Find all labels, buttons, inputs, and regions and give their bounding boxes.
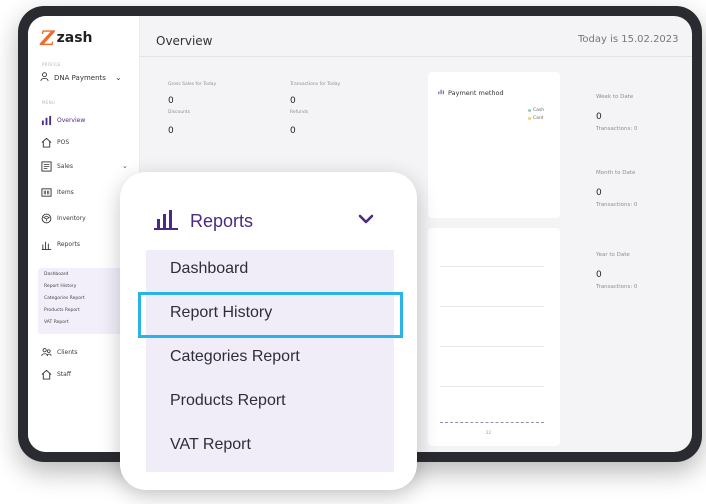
transactions-label: Transactions for Today — [290, 82, 341, 87]
payment-method-title: Payment method — [438, 88, 504, 97]
sidebar-item-reports[interactable]: Reports — [40, 238, 80, 250]
week-to-date-label: Week to Date — [596, 94, 634, 100]
legend-label: Card — [533, 116, 544, 121]
gross-sales-value: 0 — [168, 96, 174, 106]
sidebar-item-label: Staff — [57, 370, 71, 378]
chevron-down-icon[interactable] — [358, 210, 374, 229]
transactions-value: 0 — [290, 96, 296, 106]
stage: Z zash PROFILE DNA Payments ⌄ MENU Overv… — [0, 0, 706, 504]
legend-item-cash: Cash — [528, 108, 544, 113]
sales-chart-card — [428, 228, 560, 446]
chart-icon — [40, 114, 52, 126]
profile-section-label: PROFILE — [42, 62, 61, 67]
sidebar-item-label: Clients — [57, 348, 78, 356]
sidebar-item-label: Inventory — [57, 214, 86, 222]
reports-menu-list: Dashboard Report History Categories Repo… — [146, 250, 394, 472]
app-logo[interactable]: Z zash — [37, 26, 93, 50]
month-to-date-label: Month to Date — [596, 170, 636, 176]
sidebar-item-inventory[interactable]: Inventory — [40, 212, 86, 224]
refunds-value: 0 — [290, 126, 296, 136]
sidebar-item-label: Items — [57, 188, 74, 196]
users-icon — [40, 346, 52, 358]
barcode-icon — [40, 186, 52, 198]
sidebar-item-items[interactable]: Items — [40, 186, 74, 198]
legend-dot-icon — [528, 117, 531, 120]
user-icon — [40, 72, 49, 83]
legend-item-card: Card — [528, 116, 544, 121]
gross-sales-label: Gross Sales for Today — [168, 82, 217, 87]
menu-item-products-report[interactable]: Products Report — [170, 392, 286, 410]
discounts-value: 0 — [168, 126, 174, 136]
sidebar-item-sales[interactable]: Sales — [40, 160, 73, 172]
sidebar-item-staff[interactable]: Staff — [40, 368, 71, 380]
chart-gridline — [440, 266, 544, 267]
header-divider — [140, 56, 692, 57]
chart-gridline — [440, 386, 544, 387]
box-icon — [40, 212, 52, 224]
list-icon — [40, 160, 52, 172]
chart-gridline — [440, 306, 544, 307]
month-to-date-value: 0 — [596, 188, 602, 198]
home-icon — [40, 136, 52, 148]
sidebar-item-clients[interactable]: Clients — [40, 346, 78, 358]
chevron-down-icon: ⌄ — [114, 73, 122, 82]
sidebar-item-label: Overview — [57, 116, 86, 124]
year-to-date-value: 0 — [596, 270, 602, 280]
legend-dot-icon — [528, 109, 531, 112]
logo-text: zash — [56, 30, 93, 46]
sidebar-item-label: Reports — [57, 240, 81, 248]
menu-item-categories-report[interactable]: Categories Report — [170, 348, 300, 366]
refunds-label: Refunds — [290, 110, 309, 115]
account-selector[interactable]: DNA Payments ⌄ — [40, 72, 122, 83]
bar-chart-icon — [40, 238, 52, 250]
page-title: Overview — [156, 34, 213, 48]
chart-baseline — [440, 422, 544, 423]
legend-label: Cash — [533, 108, 545, 113]
chevron-down-icon[interactable]: ⌄ — [122, 162, 128, 170]
today-date: Today is 15.02.2023 — [578, 34, 679, 45]
chart-tick-label: 22 — [486, 430, 492, 435]
highlight-box — [138, 292, 403, 338]
bar-chart-icon — [154, 208, 178, 234]
payment-method-label: Payment method — [448, 88, 504, 97]
year-to-date-transactions: Transactions: 0 — [596, 284, 638, 290]
reports-menu-zoom: Reports Dashboard Report History Categor… — [120, 172, 417, 490]
sidebar-item-label: POS — [57, 138, 70, 146]
sidebar-item-pos[interactable]: POS — [40, 136, 69, 148]
menu-item-vat-report[interactable]: VAT Report — [170, 436, 251, 454]
bar-chart-icon — [438, 88, 445, 97]
reports-menu-label: Reports — [190, 210, 254, 231]
year-to-date-label: Year to Date — [596, 252, 630, 258]
week-to-date-transactions: Transactions: 0 — [596, 126, 638, 132]
chart-gridline — [440, 346, 544, 347]
discounts-label: Discounts — [168, 110, 191, 115]
month-to-date-transactions: Transactions: 0 — [596, 202, 638, 208]
home-icon — [40, 368, 52, 380]
account-name: DNA Payments — [54, 73, 106, 82]
week-to-date-value: 0 — [596, 112, 602, 122]
menu-item-dashboard[interactable]: Dashboard — [170, 260, 248, 278]
sidebar-item-overview[interactable]: Overview — [40, 114, 85, 126]
sidebar-item-label: Sales — [57, 162, 73, 170]
reports-menu-header[interactable]: Reports — [154, 208, 253, 234]
menu-section-label: MENU — [42, 100, 56, 105]
logo-mark-icon: Z — [37, 26, 57, 50]
